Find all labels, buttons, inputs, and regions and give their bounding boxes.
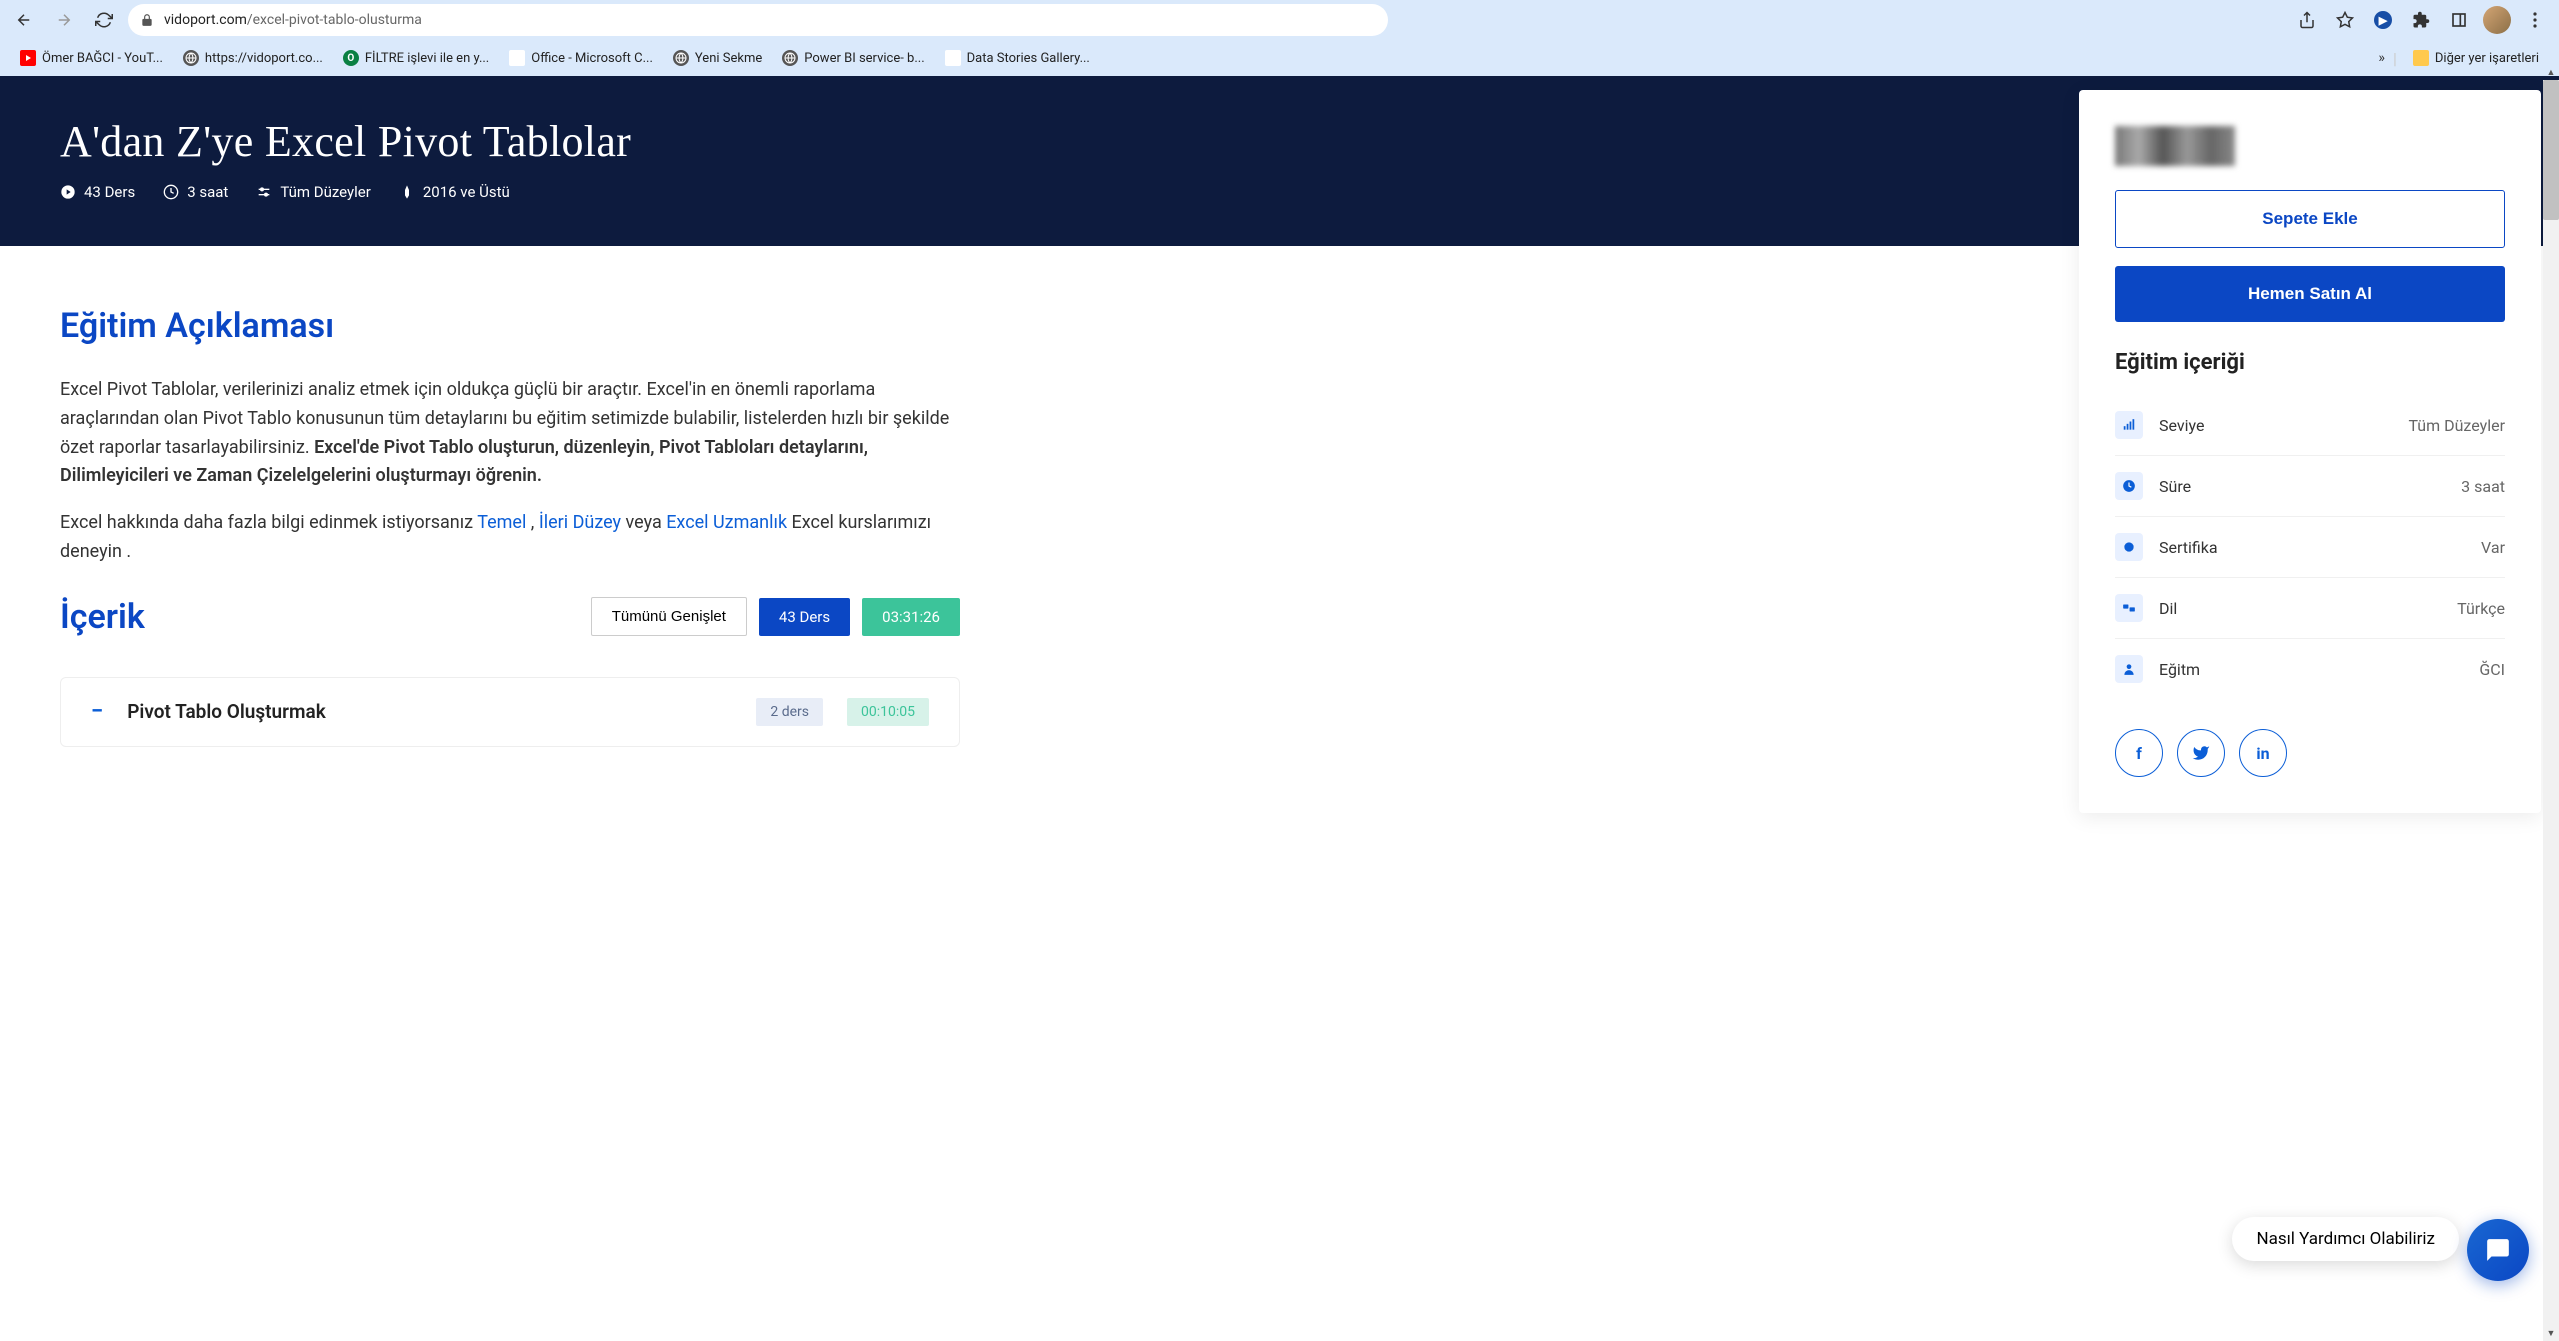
microsoft-icon <box>945 50 961 66</box>
chat-tooltip: Nasıl Yardımcı Olabiliriz <box>2232 1217 2459 1261</box>
star-icon <box>2336 11 2354 29</box>
total-duration-badge: 03:31:26 <box>862 598 960 636</box>
description-heading: Eğitim Açıklaması <box>60 306 960 346</box>
info-row-duration: Süre 3 saat <box>2115 456 2505 517</box>
reload-button[interactable] <box>88 4 120 36</box>
meta-level: Tüm Düzeyler <box>256 183 370 201</box>
social-share-row: f in <box>2115 729 2505 777</box>
scroll-up-icon[interactable]: ▲ <box>2543 64 2559 80</box>
total-lessons-badge: 43 Ders <box>759 598 850 636</box>
microsoft-icon <box>509 50 525 66</box>
add-to-cart-button[interactable]: Sepete Ekle <box>2115 190 2505 248</box>
info-row-instructor: Eğitm ĞCI <box>2115 639 2505 699</box>
bookmark-label: Office - Microsoft C... <box>531 51 653 66</box>
info-row-certificate: Sertifika Var <box>2115 517 2505 578</box>
bookmark-item[interactable]: Office - Microsoft C... <box>501 46 661 70</box>
share-facebook[interactable]: f <box>2115 729 2163 777</box>
globe-icon <box>183 50 199 66</box>
certificate-icon <box>2115 533 2143 561</box>
bookmark-item[interactable]: Ömer BAĞCI - YouT... <box>12 46 171 70</box>
bookmark-item[interactable]: Data Stories Gallery... <box>937 46 1098 70</box>
bookmark-item[interactable]: Yeni Sekme <box>665 46 770 70</box>
share-twitter[interactable] <box>2177 729 2225 777</box>
info-row-level: Seviye Tüm Düzeyler <box>2115 395 2505 456</box>
expand-all-button[interactable]: Tümünü Genişlet <box>591 597 747 636</box>
bookmark-label: https://vidoport.co... <box>205 51 323 66</box>
extension-1[interactable]: ▶ <box>2367 4 2399 36</box>
app-icon: O <box>343 50 359 66</box>
share-icon <box>2298 11 2316 29</box>
browser-toolbar: vidoport.com/excel-pivot-tablo-olusturma… <box>0 0 2559 40</box>
description-para-1: Excel Pivot Tablolar, verilerinizi anali… <box>60 376 960 491</box>
arrow-right-icon <box>55 11 73 29</box>
meta-duration: 3 saat <box>163 183 228 201</box>
language-icon <box>2115 594 2143 622</box>
other-bookmarks-label: Diğer yer işaretleri <box>2435 51 2539 66</box>
description-para-2: Excel hakkında daha fazla bilgi edinmek … <box>60 509 960 567</box>
back-button[interactable] <box>8 4 40 36</box>
link-uzmanlik[interactable]: Excel Uzmanlık <box>666 512 787 533</box>
lesson-duration-badge: 00:10:05 <box>847 698 929 726</box>
folder-icon <box>2413 50 2429 66</box>
link-ileri[interactable]: İleri Düzey <box>539 512 621 533</box>
bookmark-item[interactable]: Power BI service- b... <box>774 46 932 70</box>
lesson-count-badge: 2 ders <box>756 698 823 726</box>
level-icon <box>2115 411 2143 439</box>
url-bar[interactable]: vidoport.com/excel-pivot-tablo-olusturma <box>128 4 1388 36</box>
scrollbar[interactable]: ▲ ▼ <box>2543 80 2559 1341</box>
panel-icon <box>2451 12 2467 28</box>
youtube-icon <box>20 50 36 66</box>
rocket-icon <box>399 184 415 200</box>
share-button[interactable] <box>2291 4 2323 36</box>
content-heading: İçerik <box>60 597 145 637</box>
buy-now-button[interactable]: Hemen Satın Al <box>2115 266 2505 322</box>
card-content-heading: Eğitim içeriği <box>2115 350 2505 375</box>
lock-icon <box>140 13 154 27</box>
avatar-icon <box>2483 6 2511 34</box>
meta-lessons: 43 Ders <box>60 183 135 201</box>
other-bookmarks-button[interactable]: Diğer yer işaretleri <box>2405 46 2547 70</box>
dots-vertical-icon <box>2533 12 2537 28</box>
bookmark-item[interactable]: https://vidoport.co... <box>175 46 331 70</box>
sliders-icon <box>256 184 272 200</box>
puzzle-icon <box>2412 11 2430 29</box>
reload-icon <box>95 11 113 29</box>
panel-button[interactable] <box>2443 4 2475 36</box>
bookmarks-bar: Ömer BAĞCI - YouT... https://vidoport.co… <box>0 40 2559 76</box>
purchase-card: Sepete Ekle Hemen Satın Al Eğitim içeriğ… <box>2079 90 2541 813</box>
bookmark-label: FİLTRE işlevi ile en y... <box>365 51 489 66</box>
clock-icon <box>163 184 179 200</box>
bookmark-label: Power BI service- b... <box>804 51 924 66</box>
globe-icon <box>673 50 689 66</box>
meta-version: 2016 ve Üstü <box>399 183 510 201</box>
bookmark-item[interactable]: O FİLTRE işlevi ile en y... <box>335 46 497 70</box>
lesson-section-title: Pivot Tablo Oluşturmak <box>127 700 326 723</box>
bookmark-label: Ömer BAĞCI - YouT... <box>42 51 163 66</box>
person-icon <box>2115 655 2143 683</box>
collapse-icon: − <box>91 699 103 724</box>
scroll-down-icon[interactable]: ▼ <box>2543 1325 2559 1341</box>
link-temel[interactable]: Temel <box>477 512 526 533</box>
scrollbar-thumb[interactable] <box>2543 80 2559 220</box>
bookmark-label: Yeni Sekme <box>695 51 762 66</box>
extensions-button[interactable] <box>2405 4 2437 36</box>
globe-icon <box>782 50 798 66</box>
menu-button[interactable] <box>2519 4 2551 36</box>
lesson-section-row[interactable]: − Pivot Tablo Oluşturmak 2 ders 00:10:05 <box>60 677 960 747</box>
card-logo <box>2115 126 2235 166</box>
bookmarks-overflow[interactable]: » <box>2378 50 2385 66</box>
arrow-left-icon <box>15 11 33 29</box>
info-row-language: Dil Türkçe <box>2115 578 2505 639</box>
bookmark-star-button[interactable] <box>2329 4 2361 36</box>
browser-chrome: vidoport.com/excel-pivot-tablo-olusturma… <box>0 0 2559 76</box>
play-circle-icon <box>60 184 76 200</box>
chat-button[interactable] <box>2467 1219 2529 1281</box>
chat-icon <box>2485 1237 2511 1263</box>
bookmark-label: Data Stories Gallery... <box>967 51 1090 66</box>
clock-icon <box>2115 472 2143 500</box>
forward-button[interactable] <box>48 4 80 36</box>
url-text: vidoport.com/excel-pivot-tablo-olusturma <box>164 12 422 28</box>
share-linkedin[interactable]: in <box>2239 729 2287 777</box>
profile-button[interactable] <box>2481 4 2513 36</box>
